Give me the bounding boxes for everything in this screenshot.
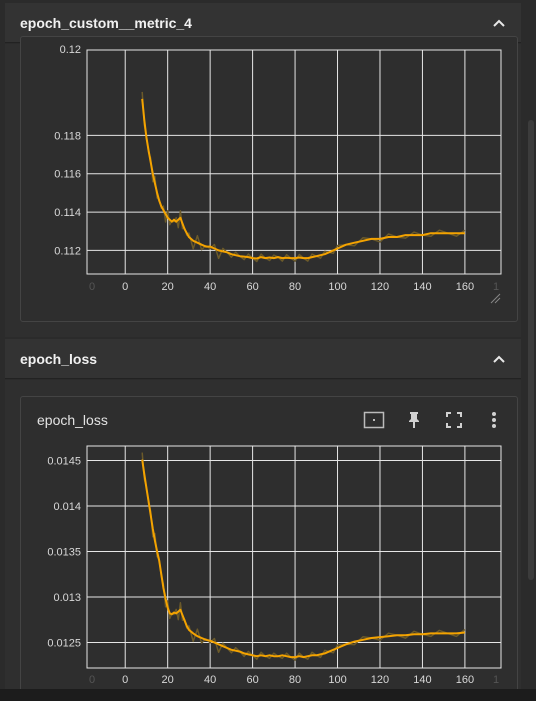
card-title: epoch_loss <box>37 412 108 428</box>
x-tick-label-faint: 0 <box>89 674 95 686</box>
chart-loss[interactable]: 0 20 40 60 80 100 120 140 160 0 1 0.0125 0.013 0.0135… <box>40 440 510 690</box>
y-tick-label-partial: 0.12 <box>60 44 81 56</box>
y-tick-label: 0.0135 <box>47 547 81 559</box>
x-tick-label: 60 <box>246 281 258 293</box>
y-tick-label: 0.0145 <box>47 456 81 468</box>
chart-metric4[interactable]: 0 20 40 60 80 100 120 140 1600 10.1120.1140.1160.… <box>40 44 510 308</box>
y-tick-label: 0.114 <box>54 207 81 219</box>
x-tick-label: 140 <box>413 674 431 686</box>
chevron-up-icon[interactable] <box>491 15 507 31</box>
x-tick-label: 40 <box>204 674 216 686</box>
x-tick-label: 80 <box>289 674 301 686</box>
x-tick-label: 100 <box>328 674 346 686</box>
plot-frame <box>86 445 502 669</box>
y-tick-label: 0.116 <box>54 169 81 181</box>
more-vert-icon[interactable] <box>483 409 505 431</box>
x-tick-label: 100 <box>328 281 346 293</box>
x-tick-label: 160 <box>456 674 474 686</box>
x-tick-label: 120 <box>371 281 389 293</box>
page: epoch_custom__metric_4 0 20 40 60 80 100 120 14… <box>0 0 536 701</box>
x-tick-label: 60 <box>246 674 258 686</box>
chevron-up-icon[interactable] <box>491 351 507 367</box>
fullscreen-icon[interactable] <box>443 409 465 431</box>
section-title: epoch_loss <box>20 350 98 367</box>
section-header-loss[interactable]: epoch_loss <box>5 339 521 379</box>
plot-frame <box>86 49 502 275</box>
x-tick-label: 120 <box>371 674 389 686</box>
y-tick-label: 0.0125 <box>47 638 81 650</box>
x-tick-label: 40 <box>204 281 216 293</box>
series-line <box>141 459 466 659</box>
x-tick-label: 0 <box>122 281 128 293</box>
y-tick-label: 0.013 <box>53 592 81 604</box>
y-tick-label: 0.014 <box>53 501 81 513</box>
y-tick-label: 0.112 <box>54 245 81 257</box>
resize-handle-icon[interactable] <box>489 292 501 304</box>
series-line <box>141 98 465 260</box>
raw-series-line <box>141 452 466 661</box>
x-tick-label: 20 <box>162 674 174 686</box>
scrollbar[interactable] <box>528 120 534 580</box>
y-tick-label: 0.118 <box>54 130 81 142</box>
pin-icon[interactable] <box>403 409 425 431</box>
fit-domain-icon[interactable] <box>363 409 385 431</box>
x-tick-label-faint: 0 <box>89 281 95 293</box>
bottom-bar <box>0 689 536 701</box>
x-tick-label: 80 <box>289 281 301 293</box>
x-tick-label: 160 <box>456 281 474 293</box>
section-title: epoch_custom__metric_4 <box>20 14 192 31</box>
x-tick-label: 140 <box>413 281 431 293</box>
x-tick-label: 20 <box>162 281 174 293</box>
x-tick-label-faint: 1 <box>493 674 499 686</box>
x-tick-label: 0 <box>122 674 128 686</box>
